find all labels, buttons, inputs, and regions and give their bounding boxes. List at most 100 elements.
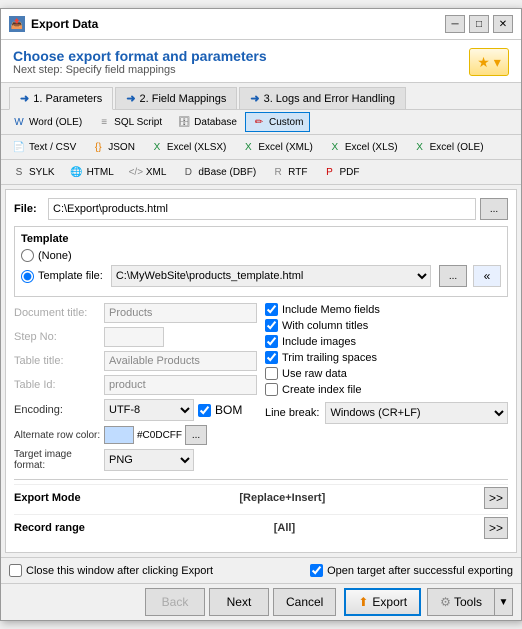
template-file-radio[interactable]	[21, 270, 34, 283]
close-button[interactable]: ✕	[493, 15, 513, 33]
table-id-row: Table Id:	[14, 375, 257, 395]
include-images-label: Include images	[282, 336, 356, 348]
close-after-label: Close this window after clicking Export	[26, 565, 213, 577]
format-sql-label: SQL Script	[114, 117, 162, 128]
tab-logs[interactable]: ➜ 3. Logs and Error Handling	[239, 87, 406, 109]
format-excel-xls[interactable]: X Excel (XLS)	[321, 137, 405, 157]
format-json[interactable]: {} JSON	[84, 137, 142, 157]
bottom-bar: Close this window after clicking Export …	[1, 557, 521, 583]
header-subtitle: Next step: Specify field mappings	[13, 64, 267, 76]
template-collapse-button[interactable]: «	[473, 265, 501, 287]
tools-button-group: ⚙ Tools ▼	[427, 588, 513, 616]
line-break-label: Line break:	[265, 407, 319, 419]
format-custom-label: Custom	[269, 117, 303, 128]
include-memo-checkbox[interactable]	[265, 303, 278, 316]
format-excel-xlsx[interactable]: X Excel (XLSX)	[143, 137, 233, 157]
export-mode-button[interactable]: >>	[484, 487, 508, 509]
format-html[interactable]: 🌐 HTML	[63, 162, 121, 182]
open-target-row: Open target after successful exporting	[310, 564, 513, 577]
format-dbase-label: dBase (DBF)	[198, 167, 256, 178]
format-custom[interactable]: ✏ Custom	[245, 112, 310, 132]
step-no-input[interactable]	[104, 327, 164, 347]
file-browse-button[interactable]: ...	[480, 198, 508, 220]
pdf-icon: P	[322, 165, 336, 179]
record-range-value: [All]	[274, 522, 295, 534]
star-button[interactable]: ★ ▾	[469, 48, 509, 76]
template-none-radio[interactable]	[21, 249, 34, 262]
include-images-checkbox[interactable]	[265, 335, 278, 348]
tab-field-mappings[interactable]: ➜ 2. Field Mappings	[115, 87, 237, 109]
format-dbase[interactable]: D dBase (DBF)	[174, 162, 263, 182]
include-memo-row: Include Memo fields	[265, 303, 508, 316]
doc-title-label: Document title:	[14, 307, 104, 319]
trim-trailing-checkbox[interactable]	[265, 351, 278, 364]
tab-arrow-icon-3: ➜	[250, 92, 259, 105]
window-title: Export Data	[31, 17, 445, 31]
format-text-csv[interactable]: 📄 Text / CSV	[5, 137, 83, 157]
cancel-button[interactable]: Cancel	[273, 588, 336, 616]
header-title: Choose export format and parameters	[13, 48, 267, 64]
tools-dropdown-button[interactable]: ▼	[495, 588, 513, 616]
use-raw-label: Use raw data	[282, 368, 347, 380]
minimize-button[interactable]: ─	[445, 15, 465, 33]
format-word-ole[interactable]: W Word (OLE)	[5, 112, 89, 132]
table-id-input[interactable]	[104, 375, 257, 395]
use-raw-row: Use raw data	[265, 367, 508, 380]
excel-xml-icon: X	[241, 140, 255, 154]
format-excel-ole[interactable]: X Excel (OLE)	[406, 137, 491, 157]
step-no-label: Step No:	[14, 331, 104, 343]
format-html-label: HTML	[87, 167, 114, 178]
encoding-label: Encoding:	[14, 404, 104, 416]
format-excel-ole-label: Excel (OLE)	[430, 142, 484, 153]
format-excel-xml[interactable]: X Excel (XML)	[234, 137, 319, 157]
rtf-icon: R	[271, 165, 285, 179]
color-picker-button[interactable]: ...	[185, 425, 207, 445]
encoding-select[interactable]: UTF-8	[104, 399, 194, 421]
excel-xls-icon: X	[328, 140, 342, 154]
format-rtf[interactable]: R RTF	[264, 162, 314, 182]
file-input[interactable]	[48, 198, 476, 220]
use-raw-checkbox[interactable]	[265, 367, 278, 380]
tools-button[interactable]: ⚙ Tools	[427, 588, 495, 616]
template-file-select[interactable]: C:\MyWebSite\products_template.html	[111, 265, 431, 287]
bom-checkbox[interactable]	[198, 404, 211, 417]
format-pdf[interactable]: P PDF	[315, 162, 366, 182]
close-after-checkbox[interactable]	[9, 564, 22, 577]
doc-title-input[interactable]	[104, 303, 257, 323]
record-range-button[interactable]: >>	[484, 517, 508, 539]
window-controls: ─ □ ✕	[445, 15, 513, 33]
back-button[interactable]: Back	[145, 588, 205, 616]
format-database[interactable]: 🗄 Database	[170, 112, 244, 132]
maximize-button[interactable]: □	[469, 15, 489, 33]
open-target-label: Open target after successful exporting	[327, 565, 513, 577]
export-mode-row: Export Mode [Replace+Insert] >>	[14, 484, 508, 511]
bom-label: BOM	[215, 403, 242, 417]
format-xml-label: XML	[146, 167, 167, 178]
col-titles-row: With column titles	[265, 319, 508, 332]
export-label: Export	[372, 595, 407, 609]
template-section: Template (None) Template file: C:\MyWebS…	[14, 226, 508, 297]
next-button[interactable]: Next	[209, 588, 269, 616]
export-button[interactable]: ⬆ Export	[344, 588, 421, 616]
template-browse-button[interactable]: ...	[439, 265, 467, 287]
trim-trailing-label: Trim trailing spaces	[282, 352, 377, 364]
format-xml[interactable]: </> XML	[122, 162, 174, 182]
tab-parameters[interactable]: ➜ 1. Parameters	[9, 87, 113, 110]
format-sylk[interactable]: S SYLK	[5, 162, 62, 182]
xml-icon: </>	[129, 165, 143, 179]
format-toolbar-3: S SYLK 🌐 HTML </> XML D dBase (DBF) R RT…	[1, 160, 521, 185]
alt-row-color-label: Alternate row color:	[14, 430, 104, 441]
create-index-checkbox[interactable]	[265, 383, 278, 396]
target-img-select[interactable]: PNG	[104, 449, 194, 471]
col-titles-checkbox[interactable]	[265, 319, 278, 332]
format-toolbar-2: 📄 Text / CSV {} JSON X Excel (XLSX) X Ex…	[1, 135, 521, 160]
custom-icon: ✏	[252, 115, 266, 129]
table-title-input[interactable]	[104, 351, 257, 371]
file-row: File: ...	[14, 198, 508, 220]
open-target-checkbox[interactable]	[310, 564, 323, 577]
include-images-row: Include images	[265, 335, 508, 348]
create-index-row: Create index file	[265, 383, 508, 396]
format-sql-script[interactable]: ≡ SQL Script	[90, 112, 169, 132]
line-break-select[interactable]: Windows (CR+LF)	[325, 402, 508, 424]
format-word-ole-label: Word (OLE)	[29, 117, 82, 128]
